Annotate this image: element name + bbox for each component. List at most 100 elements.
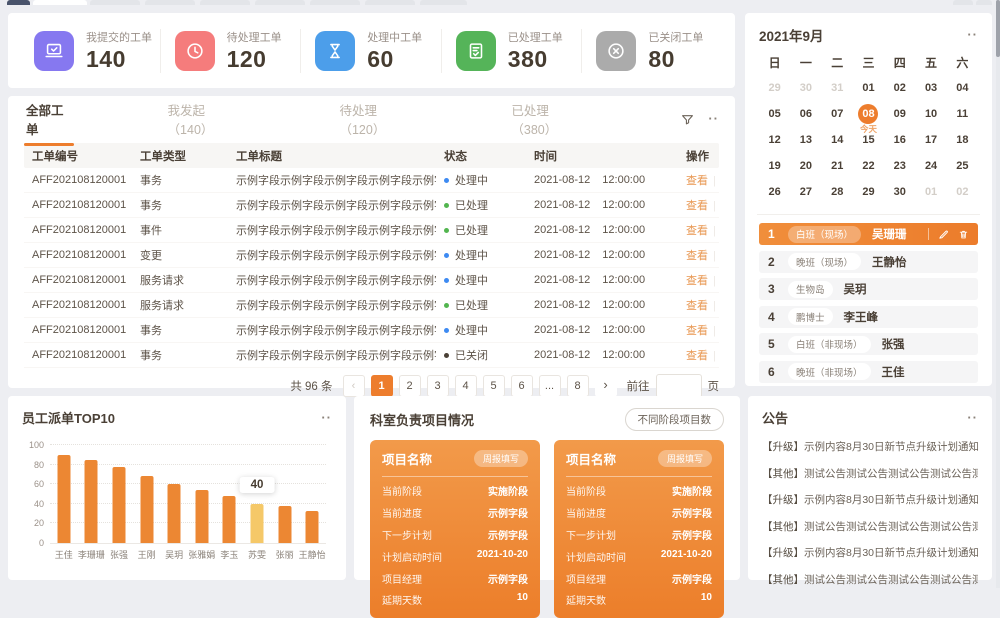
- view-link[interactable]: 查看: [686, 275, 708, 287]
- browser-tab-stub[interactable]: [420, 0, 467, 5]
- pagination-page-4[interactable]: 4: [455, 375, 477, 397]
- pagination-prev-button[interactable]: ‹: [343, 375, 365, 397]
- chart-bar[interactable]: [251, 504, 264, 543]
- page-scrollbar-track[interactable]: [996, 0, 1000, 588]
- pagination-page-6[interactable]: 6: [511, 375, 533, 397]
- stage-count-button[interactable]: 不同阶段项目数: [625, 408, 725, 431]
- chart-bar[interactable]: [306, 511, 319, 543]
- announcement-item[interactable]: 【升级】示例内容8月30日新节点升级计划通知: [762, 492, 978, 507]
- browser-tab-stub-active[interactable]: [33, 0, 87, 5]
- calendar-day[interactable]: 27: [790, 179, 821, 205]
- view-link[interactable]: 查看: [686, 200, 708, 212]
- browser-tab-stub[interactable]: [255, 0, 305, 5]
- calendar-day[interactable]: 02: [884, 75, 915, 101]
- chart-bar[interactable]: [195, 490, 208, 543]
- pagination-next-button[interactable]: ›: [595, 375, 617, 397]
- pagination-page-...[interactable]: ...: [539, 375, 561, 397]
- pagination-page-3[interactable]: 3: [427, 375, 449, 397]
- calendar-day[interactable]: 05: [759, 101, 790, 127]
- calendar-day[interactable]: 19: [759, 153, 790, 179]
- filter-icon[interactable]: [681, 113, 694, 126]
- chart-bar[interactable]: [168, 484, 181, 543]
- browser-tab-stub[interactable]: [953, 0, 973, 5]
- calendar-day-today[interactable]: 08今天: [853, 101, 884, 127]
- trash-icon[interactable]: [958, 229, 969, 240]
- pagination-page-8[interactable]: 8: [567, 375, 589, 397]
- shift-row[interactable]: 5白班（非现场）张强: [759, 333, 978, 355]
- pagination-page-1[interactable]: 1: [371, 375, 393, 397]
- more-icon[interactable]: ··: [967, 413, 978, 423]
- calendar-day[interactable]: 01: [915, 179, 946, 205]
- browser-tab-stub[interactable]: [310, 0, 360, 5]
- view-link[interactable]: 查看: [686, 250, 708, 262]
- chart-bar[interactable]: [223, 496, 236, 543]
- tab-workorders-1[interactable]: 我发起（140）: [166, 95, 246, 143]
- browser-tab-stub[interactable]: [145, 0, 195, 5]
- calendar-day[interactable]: 17: [915, 127, 946, 153]
- announcement-item[interactable]: 【其他】测试公告测试公告测试公告测试公告测试公告: [762, 572, 978, 587]
- calendar-day[interactable]: 06: [790, 101, 821, 127]
- calendar-day[interactable]: 13: [790, 127, 821, 153]
- weekly-report-badge[interactable]: 周报填写: [658, 450, 712, 467]
- calendar-day[interactable]: 03: [915, 75, 946, 101]
- calendar-day[interactable]: 30: [790, 75, 821, 101]
- shift-row[interactable]: 3生物岛吴玥: [759, 278, 978, 300]
- more-icon[interactable]: ··: [708, 114, 719, 124]
- pagination-page-5[interactable]: 5: [483, 375, 505, 397]
- chart-bar[interactable]: [85, 460, 98, 543]
- view-link[interactable]: 查看: [686, 225, 708, 237]
- calendar-day[interactable]: 23: [884, 153, 915, 179]
- edit-icon[interactable]: [938, 229, 949, 240]
- calendar-day[interactable]: 28: [822, 179, 853, 205]
- calendar-day[interactable]: 04: [947, 75, 978, 101]
- calendar-day[interactable]: 10: [915, 101, 946, 127]
- weekly-report-badge[interactable]: 周报填写: [474, 450, 528, 467]
- calendar-day[interactable]: 14: [822, 127, 853, 153]
- browser-tab-stub[interactable]: [7, 0, 30, 5]
- page-scrollbar-thumb[interactable]: [996, 0, 1000, 57]
- calendar-day[interactable]: 22: [853, 153, 884, 179]
- calendar-day[interactable]: 18: [947, 127, 978, 153]
- browser-tab-stub[interactable]: [365, 0, 415, 5]
- shift-row[interactable]: 4鹏博士李王峰: [759, 306, 978, 328]
- goto-page-input[interactable]: [656, 374, 702, 398]
- chart-bar[interactable]: [278, 506, 291, 543]
- shift-row[interactable]: 2晚班（现场）王静怡: [759, 251, 978, 273]
- chart-bar[interactable]: [57, 455, 70, 543]
- more-icon[interactable]: ··: [967, 30, 978, 40]
- calendar-day[interactable]: 11: [947, 101, 978, 127]
- chart-bar[interactable]: [113, 467, 126, 543]
- calendar-day[interactable]: 29: [853, 179, 884, 205]
- view-link[interactable]: 查看: [686, 350, 708, 362]
- calendar-day[interactable]: 07: [822, 101, 853, 127]
- browser-tab-stub[interactable]: [200, 0, 250, 5]
- view-link[interactable]: 查看: [686, 175, 708, 187]
- calendar-day[interactable]: 31: [822, 75, 853, 101]
- browser-tab-stub[interactable]: [90, 0, 140, 5]
- announcement-item[interactable]: 【升级】示例内容8月30日新节点升级计划通知: [762, 439, 978, 454]
- chart-bar[interactable]: [140, 476, 153, 543]
- announcement-item[interactable]: 【其他】测试公告测试公告测试公告测试公告测试公告: [762, 519, 978, 534]
- announcement-item[interactable]: 【其他】测试公告测试公告测试公告测试公告测试公告: [762, 466, 978, 481]
- pagination-page-2[interactable]: 2: [399, 375, 421, 397]
- calendar-day[interactable]: 25: [947, 153, 978, 179]
- tab-workorders-0[interactable]: 全部工单: [24, 95, 74, 143]
- calendar-day[interactable]: 02: [947, 179, 978, 205]
- calendar-day[interactable]: 30: [884, 179, 915, 205]
- view-link[interactable]: 查看: [686, 300, 708, 312]
- calendar-day[interactable]: 16: [884, 127, 915, 153]
- announcement-item[interactable]: 【升级】示例内容8月30日新节点升级计划通知: [762, 545, 978, 560]
- shift-row[interactable]: 1白班（现场）吴珊珊: [759, 223, 978, 245]
- calendar-day[interactable]: 21: [822, 153, 853, 179]
- more-icon[interactable]: ··: [321, 413, 332, 423]
- tab-workorders-2[interactable]: 待处理（120）: [337, 95, 417, 143]
- calendar-day[interactable]: 26: [759, 179, 790, 205]
- calendar-day[interactable]: 29: [759, 75, 790, 101]
- calendar-day[interactable]: 01: [853, 75, 884, 101]
- calendar-day[interactable]: 09: [884, 101, 915, 127]
- view-link[interactable]: 查看: [686, 325, 708, 337]
- tab-workorders-3[interactable]: 已处理（380）: [509, 95, 589, 143]
- calendar-day[interactable]: 20: [790, 153, 821, 179]
- browser-tab-stub[interactable]: [976, 0, 992, 5]
- shift-row[interactable]: 6晚班（非现场）王佳: [759, 361, 978, 383]
